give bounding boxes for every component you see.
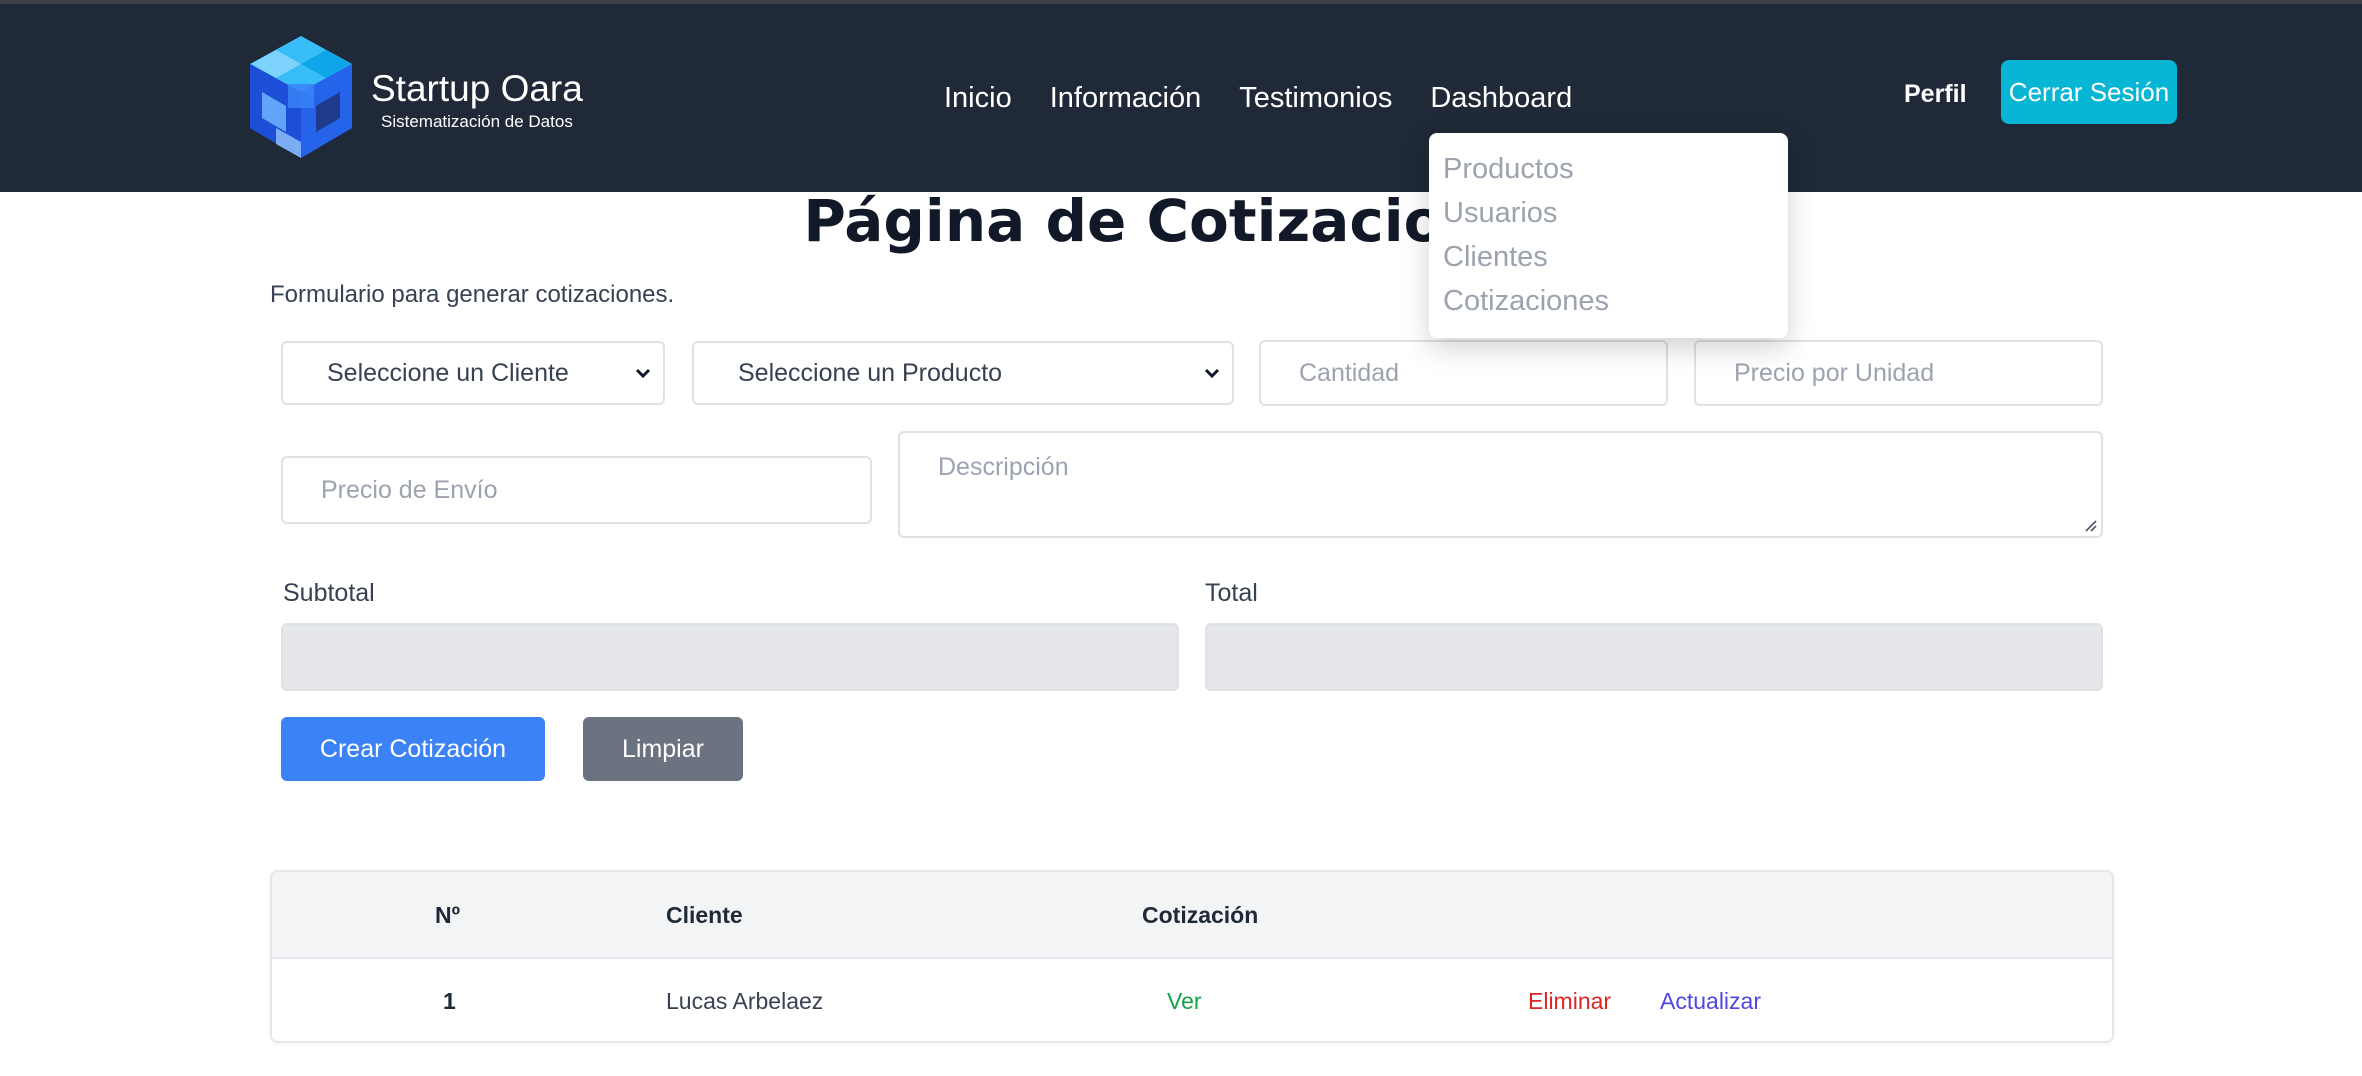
product-select[interactable]: Seleccione un Producto <box>692 341 1234 405</box>
subtotal-field <box>281 623 1179 691</box>
quotes-table: Nº Cliente Cotización 1 Lucas Arbelaez V… <box>270 870 2114 1043</box>
dropdown-item-usuarios[interactable]: Usuarios <box>1443 197 1557 230</box>
nav-link-dashboard[interactable]: Dashboard <box>1430 82 1572 126</box>
page-subtitle: Formulario para generar cotizaciones. <box>270 281 675 308</box>
main-nav: Inicio Información Testimonios Dashboard <box>944 82 1610 126</box>
top-navbar: Startup Oara Sistematización de Datos In… <box>0 4 2362 192</box>
row-number: 1 <box>443 988 456 1014</box>
cube-logo-icon <box>250 36 352 158</box>
nav-link-informacion[interactable]: Información <box>1050 82 1202 126</box>
resize-handle-icon[interactable] <box>2081 516 2097 532</box>
unit-price-placeholder: Precio por Unidad <box>1734 358 1935 387</box>
shipping-price-placeholder: Precio de Envío <box>321 475 498 504</box>
total-field <box>1205 623 2103 691</box>
logout-button[interactable]: Cerrar Sesión <box>2001 60 2177 124</box>
dropdown-item-productos[interactable]: Productos <box>1443 153 1574 186</box>
description-textarea[interactable]: Descripción <box>898 431 2103 538</box>
product-select-value: Seleccione un Producto <box>738 358 1003 387</box>
delete-quote-link[interactable]: Eliminar <box>1528 988 1611 1015</box>
table-header: Nº Cliente Cotización <box>272 872 2112 959</box>
dropdown-item-cotizaciones[interactable]: Cotizaciones <box>1443 285 1609 318</box>
page-title: Página de Cotizaciones <box>803 187 1559 255</box>
subtotal-label: Subtotal <box>283 579 375 607</box>
shipping-price-input[interactable]: Precio de Envío <box>281 456 872 524</box>
update-quote-link[interactable]: Actualizar <box>1660 988 1761 1015</box>
quantity-placeholder: Cantidad <box>1299 358 1400 387</box>
client-select[interactable]: Seleccione un Cliente <box>281 341 665 405</box>
client-select-value: Seleccione un Cliente <box>327 358 569 387</box>
clear-button[interactable]: Limpiar <box>583 717 743 781</box>
brand-title: Startup Oara <box>371 68 583 109</box>
chevron-down-icon <box>635 368 651 379</box>
column-header-client: Cliente <box>666 902 743 928</box>
column-header-quote: Cotización <box>1142 902 1259 928</box>
brand-logo[interactable]: Startup Oara Sistematización de Datos <box>240 32 610 168</box>
dashboard-dropdown-menu: Productos Usuarios Clientes Cotizaciones <box>1429 133 1788 338</box>
description-placeholder: Descripción <box>938 453 1069 481</box>
view-quote-link[interactable]: Ver <box>1167 988 1202 1015</box>
row-client-name: Lucas Arbelaez <box>666 988 824 1014</box>
column-header-number: Nº <box>435 902 461 928</box>
create-quote-button[interactable]: Crear Cotización <box>281 717 545 781</box>
quantity-input[interactable]: Cantidad <box>1259 340 1668 406</box>
nav-link-inicio[interactable]: Inicio <box>944 82 1012 126</box>
dropdown-item-clientes[interactable]: Clientes <box>1443 241 1548 274</box>
chevron-down-icon <box>1204 368 1220 379</box>
unit-price-input[interactable]: Precio por Unidad <box>1694 340 2103 406</box>
brand-subtitle: Sistematización de Datos <box>381 112 573 131</box>
total-label: Total <box>1205 579 1258 607</box>
nav-link-testimonios[interactable]: Testimonios <box>1239 82 1392 126</box>
profile-link[interactable]: Perfil <box>1904 80 1967 109</box>
